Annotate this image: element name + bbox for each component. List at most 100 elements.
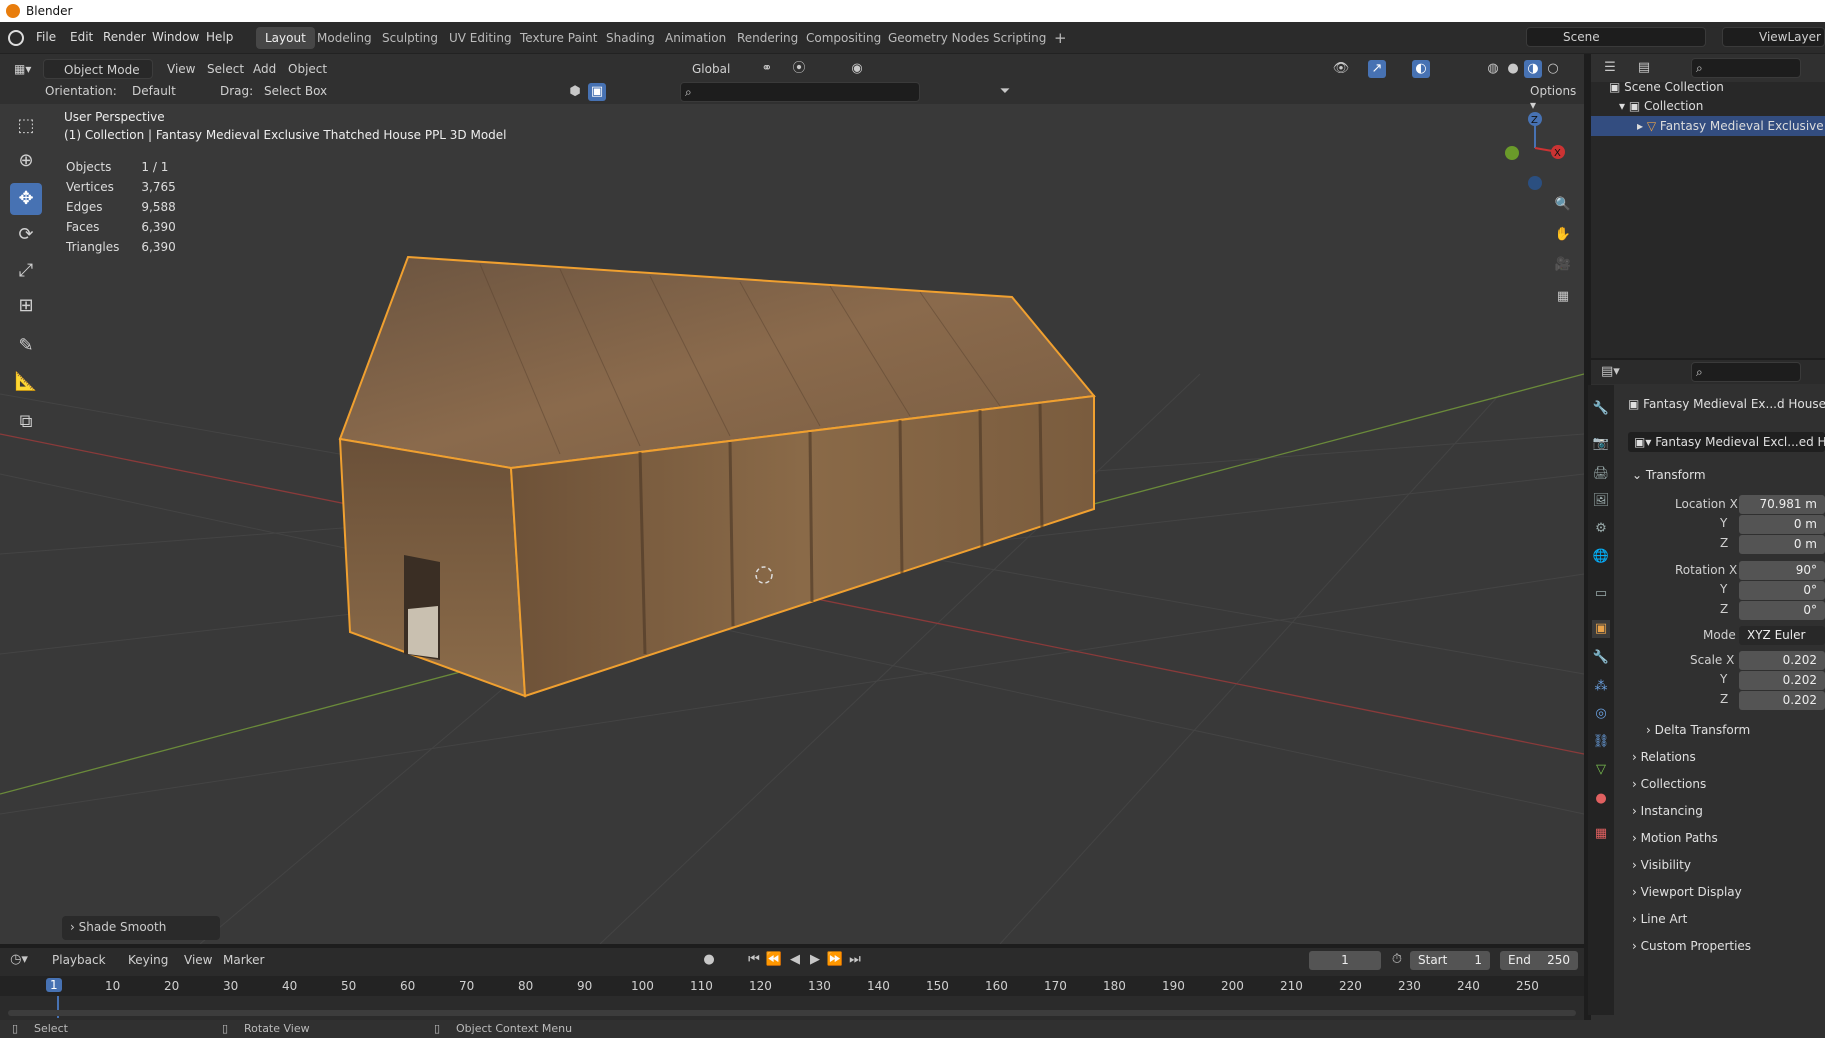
delta-transform-header[interactable]: › Delta Transform <box>1646 723 1750 737</box>
next-keyframe-icon[interactable]: ⏩ <box>826 951 844 969</box>
rotation-y-field[interactable]: 0° <box>1739 581 1825 600</box>
overlay-toggle-icon[interactable]: ◐ <box>1412 60 1430 78</box>
display-mode-icon[interactable]: ▤ <box>1635 59 1653 77</box>
tab-geometry-nodes[interactable]: Geometry Nodes <box>879 27 998 49</box>
output-tab-icon[interactable]: 🖨 <box>1592 465 1610 483</box>
motion-paths-header[interactable]: › Motion Paths <box>1632 831 1718 845</box>
gizmo-toggle-icon[interactable]: ↗ <box>1368 60 1386 78</box>
relations-header[interactable]: › Relations <box>1632 750 1696 764</box>
tab-layout[interactable]: Layout <box>256 27 315 49</box>
perspective-toggle-icon[interactable]: ▦ <box>1554 288 1572 306</box>
start-frame-field[interactable]: Start 1 <box>1410 951 1490 970</box>
blender-menu-icon[interactable] <box>8 30 24 46</box>
search-field[interactable]: ⌕ <box>680 82 920 102</box>
transform-panel-header[interactable]: ⌄ Transform <box>1632 468 1706 482</box>
texture-tab-icon[interactable]: ▦ <box>1592 825 1610 843</box>
playhead-frame[interactable]: 1 <box>46 978 62 992</box>
move-tool-icon[interactable]: ✥ <box>10 183 42 215</box>
scale-y-field[interactable]: 0.202 <box>1739 671 1825 690</box>
editor-type-icon[interactable]: ▦▾ <box>8 59 37 79</box>
collections-header[interactable]: › Collections <box>1632 777 1706 791</box>
last-operator-panel[interactable]: › Shade Smooth <box>62 916 220 940</box>
record-icon[interactable]: ● <box>700 951 718 969</box>
scene-selector[interactable]: Scene <box>1526 27 1706 47</box>
3d-viewport[interactable] <box>0 54 1584 944</box>
properties-search[interactable]: ⌕ <box>1691 362 1801 382</box>
constraints-tab-icon[interactable]: ⛓ <box>1592 733 1610 751</box>
neg-z-axis-icon[interactable] <box>1528 176 1542 190</box>
rendered-shading-icon[interactable]: ○ <box>1544 60 1562 78</box>
location-x-field[interactable]: 70.981 m <box>1739 495 1825 514</box>
play-reverse-icon[interactable]: ◀ <box>786 951 804 969</box>
menu-keying[interactable]: Keying <box>128 953 168 967</box>
object-type-filter-icon[interactable]: ▣ <box>588 83 606 101</box>
collection-tab-icon[interactable]: ▭ <box>1592 585 1610 603</box>
jump-end-icon[interactable]: ⏭ <box>846 951 864 969</box>
visibility-icon[interactable]: 👁 <box>1332 60 1350 78</box>
custom-properties-header[interactable]: › Custom Properties <box>1632 939 1751 953</box>
menu-object[interactable]: Object <box>288 62 327 76</box>
wireframe-shading-icon[interactable]: ◍ <box>1484 60 1502 78</box>
tab-animation[interactable]: Animation <box>656 27 735 49</box>
particles-tab-icon[interactable]: ⁂ <box>1592 678 1610 696</box>
tab-texture-paint[interactable]: Texture Paint <box>511 27 606 49</box>
tab-sculpting[interactable]: Sculpting <box>373 27 447 49</box>
scale-z-field[interactable]: 0.202 <box>1739 691 1825 710</box>
rotation-mode-select[interactable]: XYZ Euler <box>1739 626 1825 645</box>
tab-shading[interactable]: Shading <box>597 27 664 49</box>
scene-tab-icon[interactable]: ⚙ <box>1592 520 1610 538</box>
viewport-display-header[interactable]: › Viewport Display <box>1632 885 1742 899</box>
properties-editor-icon[interactable]: ▤▾ <box>1601 363 1620 381</box>
object-row[interactable]: ▸ ▽ Fantasy Medieval Exclusive Th <box>1591 116 1825 136</box>
mesh-data-tab-icon[interactable]: ▽ <box>1592 761 1610 779</box>
add-cube-tool-icon[interactable]: ⧉ <box>10 406 42 438</box>
add-workspace-icon[interactable]: + <box>1046 27 1075 49</box>
menu-view[interactable]: View <box>184 953 212 967</box>
outliner-search[interactable]: ⌕ <box>1691 58 1801 78</box>
physics-tab-icon[interactable]: ◎ <box>1592 705 1610 723</box>
select-box-tool-icon[interactable]: ⬚ <box>10 110 42 142</box>
line-art-header[interactable]: › Line Art <box>1632 912 1687 926</box>
tab-compositing[interactable]: Compositing <box>797 27 890 49</box>
object-tab-icon[interactable]: ▣ <box>1592 620 1610 638</box>
timeline-editor-icon[interactable]: ◷▾ <box>10 951 28 969</box>
location-y-field[interactable]: 0 m <box>1739 515 1825 534</box>
object-name-field[interactable]: ▣▾ Fantasy Medieval Excl...ed Hous <box>1628 432 1825 452</box>
solid-shading-icon[interactable]: ● <box>1504 60 1522 78</box>
prev-keyframe-icon[interactable]: ⏪ <box>765 951 783 969</box>
end-frame-field[interactable]: End 250 <box>1500 951 1578 970</box>
view-layer-tab-icon[interactable]: 🖼 <box>1592 492 1610 510</box>
material-shading-icon[interactable]: ◑ <box>1524 60 1542 78</box>
camera-view-icon[interactable]: 🎥 <box>1554 256 1572 274</box>
rotate-tool-icon[interactable]: ⟳ <box>10 219 42 251</box>
options-button[interactable]: Options ▾ <box>1524 81 1584 112</box>
view-layer-selector[interactable]: ViewLayer <box>1722 27 1825 47</box>
house-model[interactable] <box>338 255 1096 698</box>
menu-playback[interactable]: Playback <box>52 953 106 967</box>
drag-selector[interactable]: Select Box <box>258 81 338 101</box>
scene-collection-row[interactable]: ▣ Scene Collection <box>1609 80 1724 94</box>
play-icon[interactable]: ▶ <box>806 951 824 969</box>
rotation-x-field[interactable]: 90° <box>1739 561 1825 580</box>
jump-start-icon[interactable]: ⏮ <box>745 951 763 969</box>
orientation-selector[interactable]: Default <box>112 81 207 101</box>
snap-icon[interactable]: ⦿ <box>790 60 808 78</box>
selectability-icon[interactable]: ⬢ <box>566 83 584 101</box>
tab-modeling[interactable]: Modeling <box>308 27 381 49</box>
transform-tool-icon[interactable]: ⊞ <box>10 290 42 322</box>
stopwatch-icon[interactable]: ⏱ <box>1388 951 1406 969</box>
tool-tab-icon[interactable]: 🔧 <box>1592 400 1610 418</box>
annotate-tool-icon[interactable]: ✎ <box>10 330 42 362</box>
visibility-header[interactable]: › Visibility <box>1632 858 1691 872</box>
cursor-tool-icon[interactable]: ⊕ <box>10 145 42 177</box>
object-name-row[interactable]: ▣ Fantasy Medieval Ex...d House PPL <box>1628 397 1825 411</box>
collection-row[interactable]: ▾ ▣ Collection <box>1619 99 1703 113</box>
menu-edit[interactable]: Edit <box>70 30 93 44</box>
menu-window[interactable]: Window <box>152 30 199 44</box>
mode-selector[interactable]: Object Mode <box>43 59 153 79</box>
menu-help[interactable]: Help <box>206 30 233 44</box>
proportional-edit-icon[interactable]: ◉ <box>848 60 866 78</box>
timeline-scrollbar[interactable] <box>8 1010 1576 1016</box>
pan-hand-icon[interactable]: ✋ <box>1554 226 1572 244</box>
rotation-z-field[interactable]: 0° <box>1739 601 1825 620</box>
